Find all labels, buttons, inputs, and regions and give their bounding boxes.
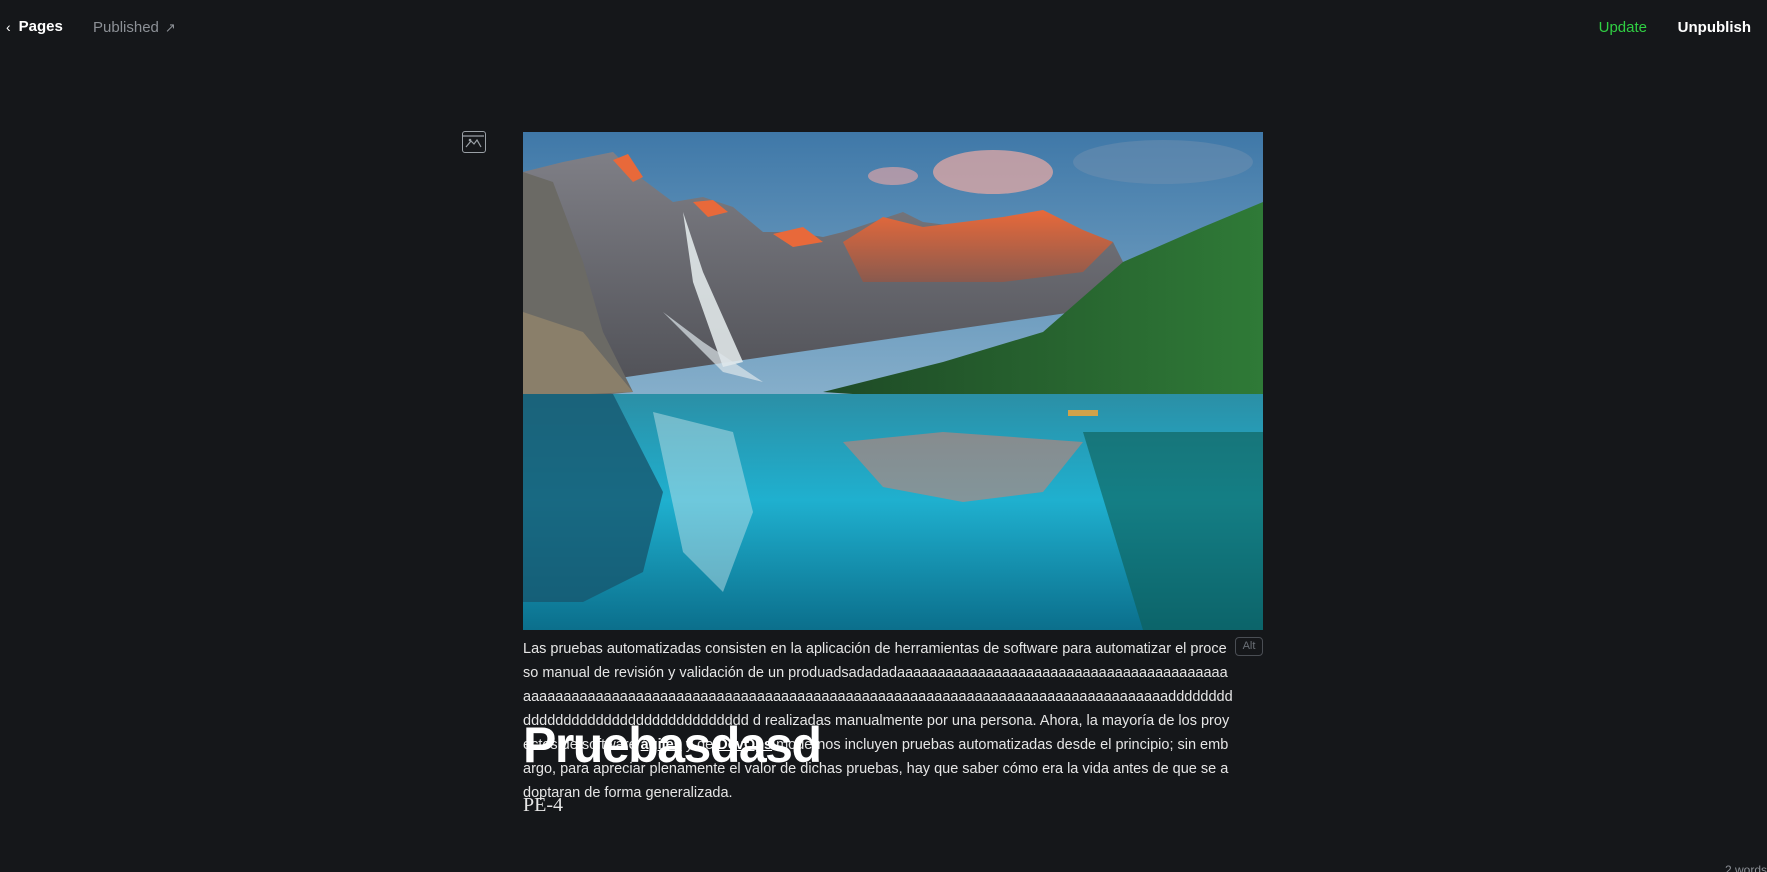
chevron-left-icon: ‹ bbox=[6, 18, 11, 35]
alt-text-toggle[interactable]: Alt bbox=[1235, 637, 1263, 656]
post-title[interactable]: Pruebasdasd bbox=[523, 716, 822, 774]
arrow-up-right-icon: ↗ bbox=[164, 19, 176, 35]
unpublish-button[interactable]: Unpublish bbox=[1678, 19, 1751, 36]
editor-topbar: ‹ Pages Published ↗ Update Unpublish bbox=[0, 0, 1767, 56]
post-excerpt[interactable]: PE-4 bbox=[523, 794, 563, 817]
feature-image[interactable] bbox=[523, 132, 1263, 630]
back-label: Pages bbox=[18, 18, 63, 35]
update-button[interactable]: Update bbox=[1599, 19, 1647, 36]
image-card-icon[interactable] bbox=[462, 131, 486, 153]
published-status-link[interactable]: Published ↗ bbox=[93, 19, 176, 36]
published-label: Published bbox=[93, 19, 159, 36]
word-count: 2 words bbox=[1724, 863, 1767, 872]
back-to-pages-link[interactable]: ‹ Pages bbox=[6, 18, 63, 35]
